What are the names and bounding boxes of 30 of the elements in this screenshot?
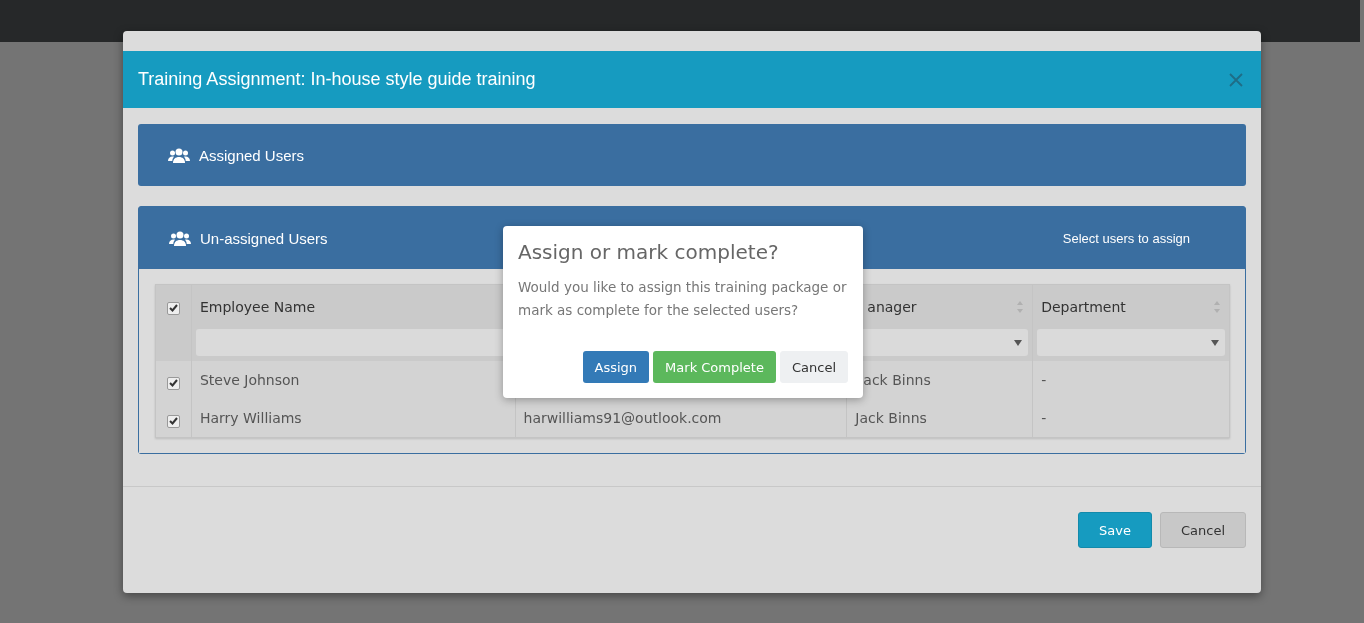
column-header[interactable]: Employee Name [199,299,316,315]
checkbox[interactable] [166,376,180,390]
users-icon [168,147,190,163]
check-icon [168,417,178,425]
button[interactable]: Cancel [1159,512,1246,548]
close-icon [1229,72,1243,87]
panel-title: Assigned Users [199,146,305,164]
panel-title: Un-assigned Users [200,229,328,247]
table-cell: harwilliams91@outlook.com [523,410,722,426]
modal-title: Training Assignment: In-house style guide training [138,69,536,90]
panel-hint: Select users to assign [1062,230,1190,246]
caret-icon [1014,339,1023,346]
table-cell: Steve Johnson [199,372,300,388]
button[interactable]: Cancel [779,351,848,383]
checkbox[interactable] [166,414,180,428]
table-cell: ack Binns [863,372,931,388]
table-cell: Jack Binns [855,410,927,426]
dialog-message: Would you like to assign this training package or mark as complete for the selected users? [518,278,848,320]
dialog-title: Assign or mark complete? [518,240,780,264]
table-cell: Harry Williams [199,410,302,426]
check-icon [168,304,178,312]
table-cell: - [1041,372,1047,388]
checkbox[interactable] [166,301,180,315]
column-header[interactable]: Department [1041,299,1126,315]
check-icon [168,379,178,387]
button[interactable]: Assign [582,351,650,383]
column-header[interactable]: anager [867,299,917,315]
table-cell: - [1041,410,1047,426]
users-icon [169,230,191,246]
caret-icon [1211,339,1219,346]
